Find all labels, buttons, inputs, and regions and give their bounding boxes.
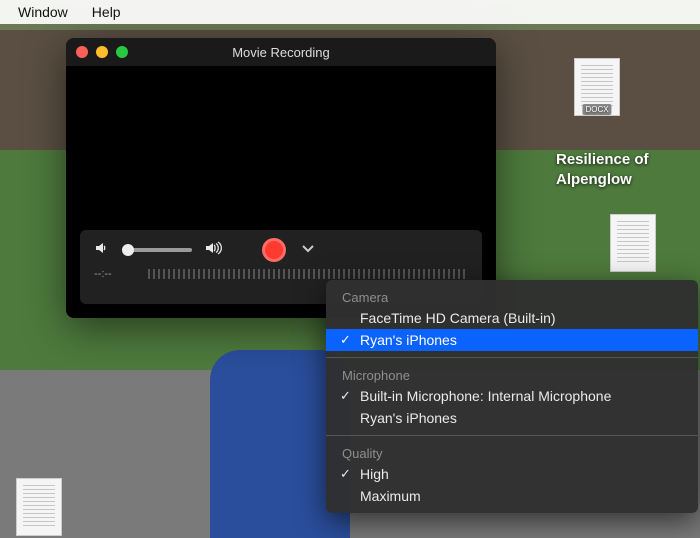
menu-section-camera: Camera xyxy=(326,286,698,307)
desktop-file-doc2[interactable] xyxy=(606,214,660,276)
audio-level-meter xyxy=(148,269,468,279)
checkmark-icon: ✓ xyxy=(340,388,351,404)
menu-item-label: Ryan's iPhones xyxy=(360,332,457,348)
traffic-lights xyxy=(76,46,128,58)
document-icon: DOCX xyxy=(574,58,620,116)
file-badge: DOCX xyxy=(582,104,611,115)
menu-item-ryans-iphones-camera[interactable]: ✓ Ryan's iPhones xyxy=(326,329,698,351)
menu-section-quality: Quality xyxy=(326,442,698,463)
menu-separator xyxy=(326,357,698,358)
menu-section-microphone: Microphone xyxy=(326,364,698,385)
volume-slider[interactable] xyxy=(122,248,192,252)
menu-separator xyxy=(326,435,698,436)
menu-item-quality-maximum[interactable]: Maximum xyxy=(326,485,698,507)
document-icon xyxy=(16,478,62,536)
menu-item-builtin-microphone[interactable]: ✓ Built-in Microphone: Internal Micropho… xyxy=(326,385,698,407)
close-button[interactable] xyxy=(76,46,88,58)
document-icon xyxy=(610,214,656,272)
movie-recording-window: Movie Recording --:-- xyxy=(66,38,496,318)
recording-time: --:-- xyxy=(94,268,112,280)
options-chevron-down-icon[interactable] xyxy=(302,243,314,257)
menu-item-facetime-camera[interactable]: FaceTime HD Camera (Built-in) xyxy=(326,307,698,329)
volume-low-icon xyxy=(94,240,110,261)
menu-item-label: Built-in Microphone: Internal Microphone xyxy=(360,388,611,404)
menu-item-quality-high[interactable]: ✓ High xyxy=(326,463,698,485)
zoom-button[interactable] xyxy=(116,46,128,58)
menu-item-label: Ryan's iPhones xyxy=(360,410,457,426)
menu-item-ryans-iphones-mic[interactable]: Ryan's iPhones xyxy=(326,407,698,429)
desktop-file-label-line1: Resilience of xyxy=(556,151,649,168)
checkmark-icon: ✓ xyxy=(340,332,351,348)
volume-high-icon xyxy=(204,240,224,261)
menu-item-label: FaceTime HD Camera (Built-in) xyxy=(360,310,556,326)
desktop-file-label[interactable]: Resilience of Alpenglow xyxy=(556,150,649,189)
menu-item-label: Maximum xyxy=(360,488,421,504)
record-button[interactable] xyxy=(262,238,286,262)
window-titlebar[interactable]: Movie Recording xyxy=(66,38,496,66)
menu-bar: Window Help xyxy=(0,0,700,24)
desktop-file-docx[interactable]: DOCX xyxy=(570,58,624,120)
checkmark-icon: ✓ xyxy=(340,466,351,482)
menu-help[interactable]: Help xyxy=(80,4,133,20)
minimize-button[interactable] xyxy=(96,46,108,58)
desktop-file-label-line2: Alpenglow xyxy=(556,171,632,188)
recording-options-menu: Camera FaceTime HD Camera (Built-in) ✓ R… xyxy=(326,280,698,513)
menu-window[interactable]: Window xyxy=(6,4,80,20)
slider-thumb[interactable] xyxy=(122,244,134,256)
window-title: Movie Recording xyxy=(232,45,330,60)
menu-item-label: High xyxy=(360,466,389,482)
desktop-file-doc3[interactable] xyxy=(12,478,66,538)
